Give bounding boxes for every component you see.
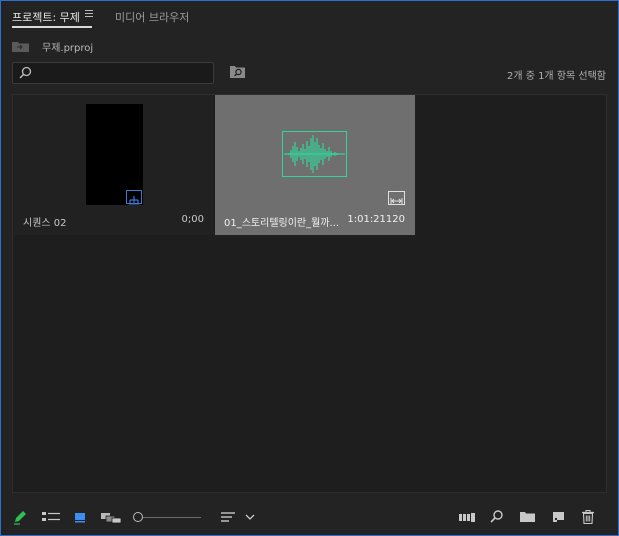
chevron-down-icon[interactable] — [244, 509, 256, 525]
item-duration: 1:01:21120 — [347, 214, 405, 225]
selection-status: 2개 중 1개 항목 선택함 — [506, 71, 606, 82]
tab-media-browser[interactable]: 미디어 브라우저 — [115, 9, 189, 25]
search-icon — [19, 66, 32, 79]
freeform-view-icon[interactable] — [100, 509, 122, 525]
zoom-slider-handle[interactable] — [133, 512, 143, 522]
new-bin-icon[interactable] — [519, 509, 536, 525]
panel-tabs: 프로젝트: 무제 미디어 브라우저 — [1, 1, 618, 29]
audio-waveform-thumbnail — [282, 131, 347, 177]
audio-clip-icon — [388, 191, 405, 205]
project-item-sequence[interactable]: 시퀀스 02 0;00 — [14, 95, 214, 235]
trash-icon[interactable] — [581, 509, 595, 525]
zoom-slider[interactable] — [143, 517, 201, 518]
search-icon[interactable] — [489, 509, 504, 525]
folder-icon[interactable] — [12, 41, 29, 52]
tab-project[interactable]: 프로젝트: 무제 — [12, 9, 92, 28]
list-view-icon[interactable] — [41, 509, 61, 525]
icon-view-icon[interactable] — [73, 509, 87, 525]
find-icon[interactable] — [230, 65, 245, 78]
project-file-name: 무제.prproj — [42, 43, 94, 54]
new-item-icon[interactable] — [550, 509, 566, 525]
sort-icon[interactable] — [219, 509, 237, 525]
bottom-toolbar — [1, 505, 618, 531]
sequence-icon — [126, 190, 142, 205]
item-name: 01_스토리텔링이란_뭘까... — [224, 218, 340, 229]
project-item-audio[interactable]: 01_스토리텔링이란_뭘까... 1:01:21120 — [215, 95, 415, 235]
sequence-thumbnail — [86, 104, 143, 205]
item-duration: 0;00 — [181, 214, 204, 225]
automate-to-sequence-icon[interactable] — [458, 509, 476, 525]
pen-icon[interactable] — [12, 509, 28, 525]
project-panel: 프로젝트: 무제 미디어 브라우저 무제.prproj 2개 중 1개 항목 선… — [0, 0, 619, 536]
item-name: 시퀀스 02 — [23, 218, 67, 229]
project-items-grid: 시퀀스 02 0;00 01_스토리텔링이란_뭘까... 1:01:21120 — [12, 94, 607, 493]
hamburger-icon[interactable] — [85, 10, 93, 18]
search-input[interactable] — [12, 62, 214, 84]
